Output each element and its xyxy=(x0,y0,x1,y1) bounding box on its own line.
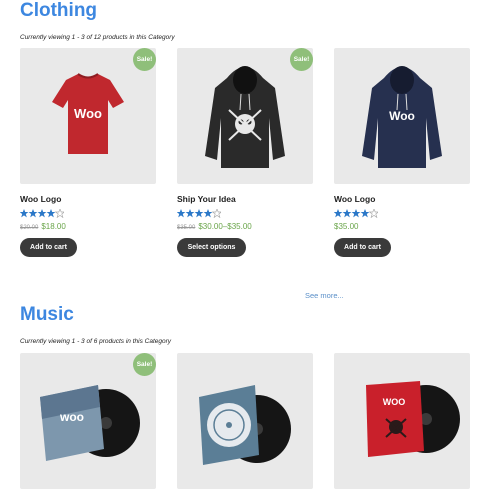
old-price: $35.00 xyxy=(177,225,196,231)
svg-text:WOO: WOO xyxy=(383,397,406,407)
sale-badge: Sale! xyxy=(133,353,156,376)
add-to-cart-button[interactable]: Add to cart xyxy=(334,238,391,257)
black-hoodie-skull-image xyxy=(205,66,285,168)
svg-text:woo: woo xyxy=(59,410,84,424)
product-image[interactable] xyxy=(177,48,313,184)
product-name[interactable]: Woo Logo xyxy=(20,194,61,204)
svg-text:Woo: Woo xyxy=(74,106,102,121)
woo-album-image: woo xyxy=(40,385,140,461)
star-rating-icon xyxy=(20,209,64,218)
see-more-link[interactable]: See more... xyxy=(305,291,344,300)
sale-price: $18.00 xyxy=(41,222,66,231)
product-image[interactable]: Woo xyxy=(334,48,470,184)
product-name[interactable]: Ship Your Idea xyxy=(177,194,236,204)
product-price: $35.00 $30.00–$35.00 xyxy=(177,222,252,231)
svg-text:Woo: Woo xyxy=(389,109,415,123)
red-tshirt-woo-image: Woo xyxy=(52,73,124,154)
sale-badge: Sale! xyxy=(290,48,313,71)
clothing-title: Clothing xyxy=(20,0,98,21)
product-image[interactable]: woo xyxy=(20,353,156,489)
star-rating-icon xyxy=(334,209,378,218)
product-image[interactable]: WOO xyxy=(334,353,470,489)
select-options-button[interactable]: Select options xyxy=(177,238,246,257)
sale-price: $30.00–$35.00 xyxy=(198,222,252,231)
star-rating-icon xyxy=(177,209,221,218)
old-price: $20.00 xyxy=(20,225,39,231)
product-name[interactable]: Woo Logo xyxy=(334,194,375,204)
product-image[interactable] xyxy=(177,353,313,489)
woothemes-album-image xyxy=(199,385,291,465)
product-image[interactable]: Woo xyxy=(20,48,156,184)
woo-ninja-album-image: WOO xyxy=(366,381,460,457)
add-to-cart-button[interactable]: Add to cart xyxy=(20,238,77,257)
clothing-viewing-count: Currently viewing 1 - 3 of 12 products i… xyxy=(20,34,175,41)
music-viewing-count: Currently viewing 1 - 3 of 6 products in… xyxy=(20,338,172,345)
regular-price: $35.00 xyxy=(334,222,359,231)
music-title: Music xyxy=(20,304,74,325)
sale-badge: Sale! xyxy=(133,48,156,71)
product-price: $20.00 $18.00 xyxy=(20,222,66,231)
product-price: $35.00 xyxy=(334,222,358,231)
navy-hoodie-woo-image: Woo xyxy=(362,66,442,168)
